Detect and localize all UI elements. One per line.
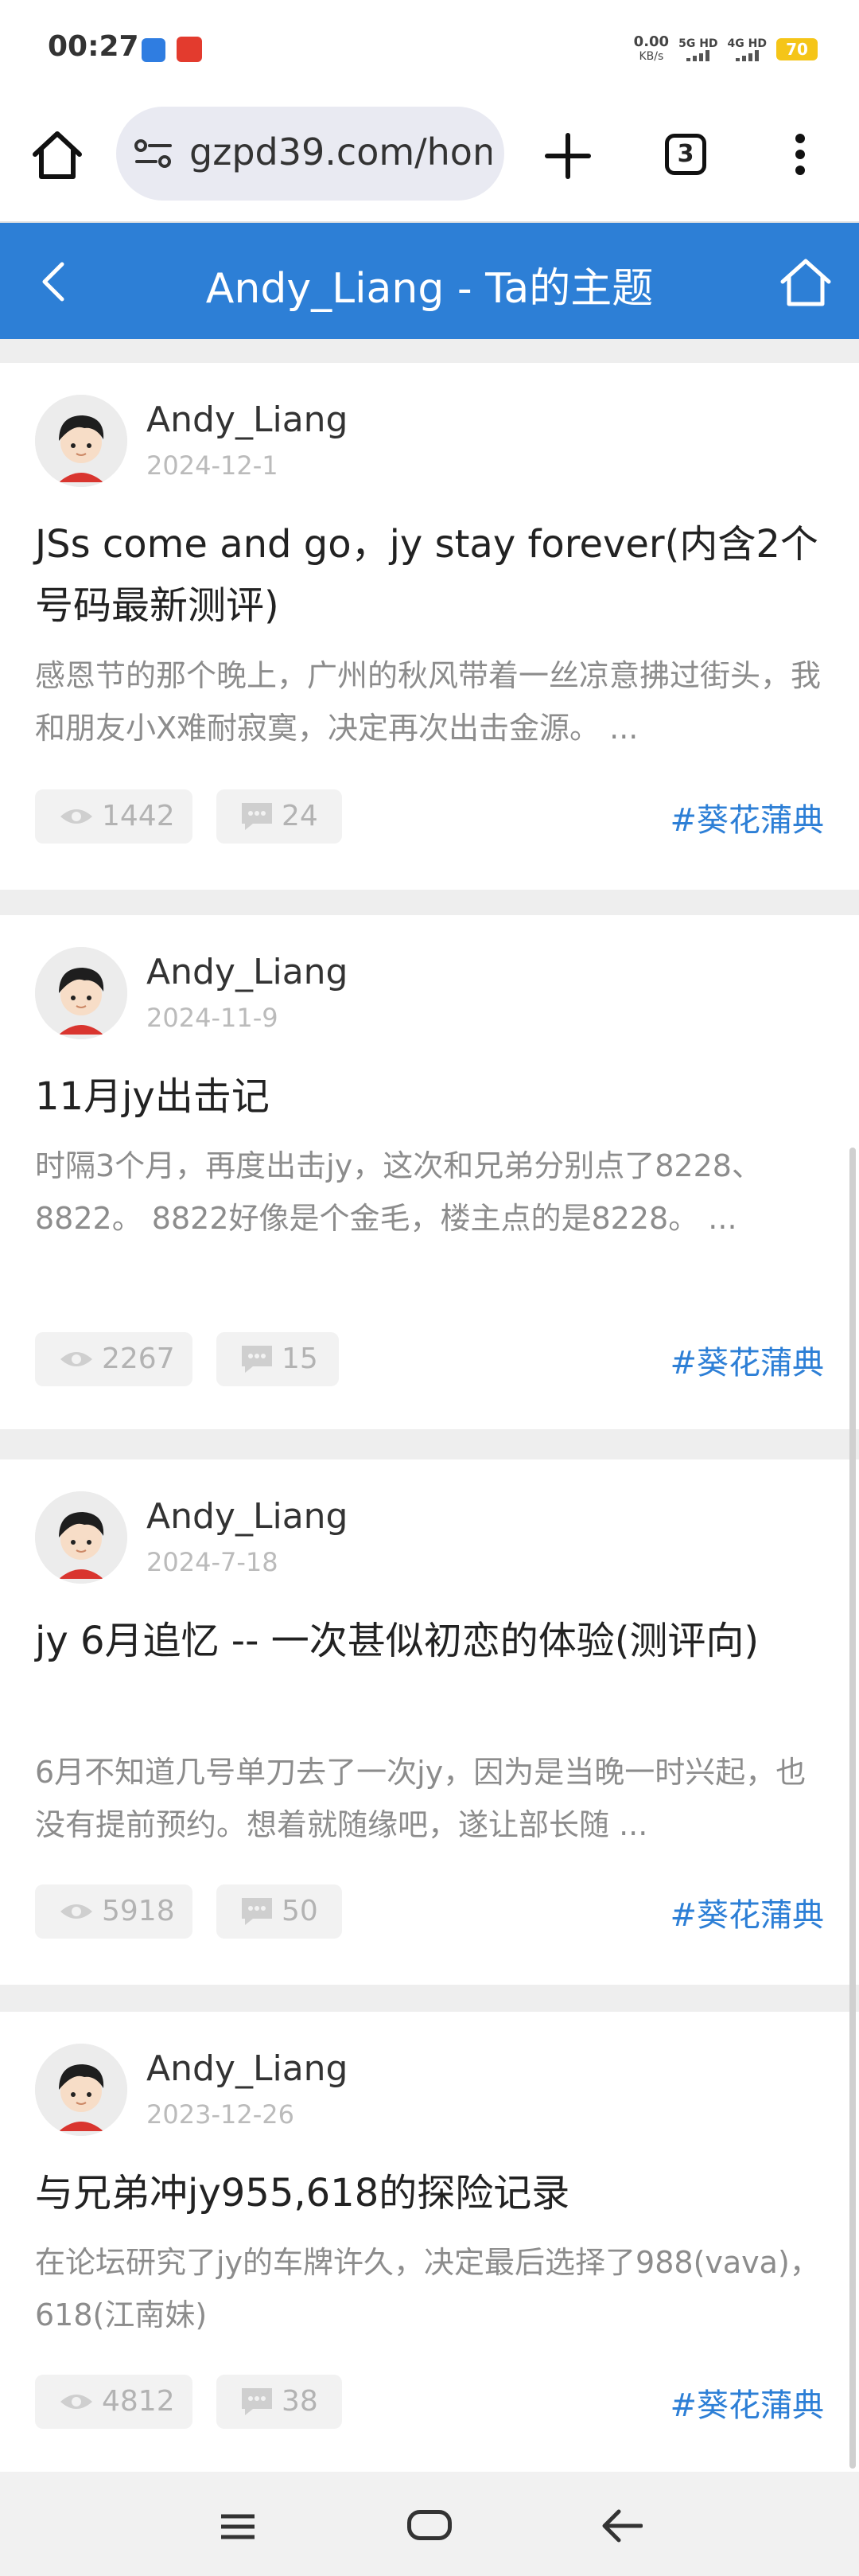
avatar-image	[35, 395, 127, 487]
eye-icon	[60, 809, 92, 824]
post-author[interactable]: Andy_Liang	[146, 399, 348, 440]
post-excerpt: 感恩节的那个晚上，广州的秋风带着一丝凉意拂过街头，我和朋友小X难耐寂寞，决定再次…	[35, 658, 822, 746]
comment-icon	[242, 803, 272, 830]
home-icon	[33, 131, 82, 179]
battery-icon: 70	[776, 38, 818, 60]
post-author[interactable]: Andy_Liang	[146, 1496, 348, 1537]
post-title[interactable]: 与兄弟冲jy955,618的探险记录	[35, 2163, 830, 2224]
post-excerpt: 时隔3个月，再度出击jy，这次和兄弟分别点了8228、8822。 8822好像是…	[35, 1148, 762, 1236]
signal-icon: 5G HD	[678, 37, 718, 61]
comment-icon	[242, 1898, 272, 1925]
post-card[interactable]: Andy_Liang 2024-12-1 JSs come and go，jy …	[0, 363, 859, 890]
status-indicators: 0.00 KB/s 5G HD 4G HD 70	[634, 35, 818, 64]
comment-count: 24	[216, 789, 342, 844]
view-count: 5918	[35, 1884, 192, 1939]
post-title[interactable]: 11月jy出击记	[35, 1066, 830, 1128]
tab-switcher-button[interactable]: 3	[665, 134, 706, 175]
post-tag[interactable]: #葵花蒲典	[670, 794, 824, 840]
comment-icon	[242, 1346, 272, 1373]
url-text: gzpd39.com/hom	[189, 131, 492, 173]
post-card[interactable]: Andy_Liang 2024-11-9 11月jy出击记 时隔3个月，再度出击…	[0, 915, 859, 1429]
view-count: 4812	[35, 2375, 192, 2429]
browser-home-button[interactable]	[29, 127, 86, 185]
comment-count: 38	[216, 2375, 342, 2429]
browser-toolbar: gzpd39.com/hom 3	[0, 95, 859, 223]
post-author[interactable]: Andy_Liang	[146, 952, 348, 992]
page-title: Andy_Liang - Ta的主题	[205, 265, 654, 313]
home-icon	[780, 259, 831, 306]
view-count: 1442	[35, 789, 192, 844]
site-settings-icon	[134, 139, 172, 168]
notification-app-icon	[142, 38, 165, 62]
post-date: 2024-12-1	[146, 450, 278, 481]
header-home-button[interactable]	[778, 255, 834, 310]
post-author[interactable]: Andy_Liang	[146, 2048, 348, 2089]
recents-menu-icon[interactable]	[220, 2513, 256, 2540]
avatar[interactable]	[35, 395, 127, 487]
avatar-image	[35, 1491, 127, 1584]
nav-home-icon[interactable]	[407, 2510, 452, 2540]
signal-icon-2: 4G HD	[728, 37, 767, 61]
address-bar[interactable]: gzpd39.com/hom	[116, 107, 504, 201]
notification-app-icon-2	[177, 37, 202, 62]
page-header: Andy_Liang - Ta的主题	[0, 223, 859, 339]
post-title[interactable]: JSs come and go，jy stay forever(内含2个号码最新…	[35, 514, 830, 637]
post-excerpt: 在论坛研究了jy的车牌许久，决定最后选择了988(vava)，618(江南妹)	[35, 2245, 820, 2332]
system-nav-bar	[0, 2472, 859, 2576]
post-card[interactable]: Andy_Liang 2024-7-18 jy 6月追忆 -- 一次甚似初恋的体…	[0, 1459, 859, 1985]
post-excerpt: 6月不知道几号单刀去了一次jy，因为是当晚一时兴起，也没有提前预约。想着就随缘吧…	[35, 1755, 807, 1842]
network-speed: 0.00 KB/s	[633, 33, 670, 64]
nav-back-icon[interactable]	[601, 2508, 643, 2543]
eye-icon	[60, 2395, 92, 2409]
view-count: 2267	[35, 1332, 192, 1386]
avatar-image	[35, 947, 127, 1039]
post-tag[interactable]: #葵花蒲典	[670, 1337, 824, 1383]
post-title[interactable]: jy 6月追忆 -- 一次甚似初恋的体验(测评向)	[35, 1611, 830, 1672]
status-time: 00:27	[48, 30, 139, 63]
comment-count: 15	[216, 1332, 339, 1386]
comment-count: 50	[216, 1884, 342, 1939]
more-menu-icon[interactable]	[779, 127, 821, 191]
new-tab-button[interactable]	[538, 126, 598, 186]
post-tag[interactable]: #葵花蒲典	[670, 2379, 824, 2426]
post-date: 2024-7-18	[146, 1547, 278, 1577]
status-bar: 00:27 0.00 KB/s 5G HD 4G HD 70	[0, 0, 859, 95]
comment-icon	[242, 2388, 272, 2415]
avatar[interactable]	[35, 947, 127, 1039]
plus-icon	[545, 133, 591, 179]
scrollbar[interactable]	[849, 1148, 856, 2469]
post-date: 2024-11-9	[146, 1003, 278, 1033]
avatar[interactable]	[35, 1491, 127, 1584]
post-card[interactable]: Andy_Liang 2023-12-26 与兄弟冲jy955,618的探险记录…	[0, 2012, 859, 2472]
avatar[interactable]	[35, 2044, 127, 2136]
eye-icon	[60, 1352, 92, 1366]
eye-icon	[60, 1904, 92, 1919]
post-date: 2023-12-26	[146, 2099, 294, 2130]
post-tag[interactable]: #葵花蒲典	[670, 1889, 824, 1935]
avatar-image	[35, 2044, 127, 2136]
